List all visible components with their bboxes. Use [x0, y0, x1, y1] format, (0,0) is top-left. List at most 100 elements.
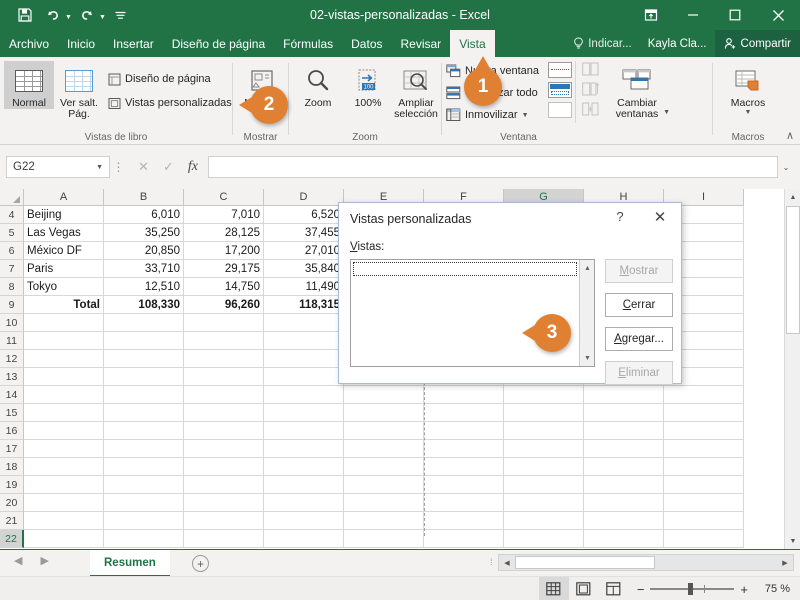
row-header-10[interactable]: 10 — [0, 314, 24, 332]
cell-C19[interactable] — [184, 476, 264, 494]
tell-me-box[interactable]: Indicar... — [565, 37, 639, 50]
cell-C12[interactable] — [184, 350, 264, 368]
tab-datos[interactable]: Datos — [342, 30, 391, 57]
row-header-17[interactable]: 17 — [0, 440, 24, 458]
switch-windows-button[interactable]: Cambiar ventanas ▼ — [606, 61, 670, 121]
cell-C15[interactable] — [184, 404, 264, 422]
minimize-button[interactable] — [672, 0, 714, 30]
cell-H22[interactable] — [584, 530, 664, 548]
vertical-scrollbar[interactable]: ▲ ▼ — [784, 189, 800, 549]
row-header-7[interactable]: 7 — [0, 260, 24, 278]
vertical-scroll-thumb[interactable] — [786, 206, 800, 334]
cell-A17[interactable] — [24, 440, 104, 458]
hide-window-button[interactable] — [548, 82, 572, 98]
zoom-out-button[interactable]: − — [637, 582, 645, 597]
cell-D4[interactable]: 6,520 — [264, 206, 344, 224]
cell-C7[interactable]: 29,175 — [184, 260, 264, 278]
cell-G17[interactable] — [504, 440, 584, 458]
cell-C20[interactable] — [184, 494, 264, 512]
zoom-100-button[interactable]: 100 100% — [343, 61, 393, 109]
cell-G18[interactable] — [504, 458, 584, 476]
cell-B10[interactable] — [104, 314, 184, 332]
row-header-20[interactable]: 20 — [0, 494, 24, 512]
row-header-8[interactable]: 8 — [0, 278, 24, 296]
select-all-corner[interactable] — [0, 189, 24, 206]
undo-icon[interactable] — [40, 3, 66, 27]
account-name[interactable]: Kayla Cla... — [640, 38, 715, 50]
zoom-in-button[interactable]: + — [740, 582, 748, 597]
cell-D19[interactable] — [264, 476, 344, 494]
cell-B19[interactable] — [104, 476, 184, 494]
cell-A9[interactable]: Total — [24, 296, 104, 314]
cell-A6[interactable]: México DF — [24, 242, 104, 260]
cell-C8[interactable]: 14,750 — [184, 278, 264, 296]
cell-E22[interactable] — [344, 530, 424, 548]
cell-I22[interactable] — [664, 530, 744, 548]
horizontal-scroll-thumb[interactable] — [515, 556, 655, 569]
macros-button[interactable]: Macros ▼ — [723, 61, 773, 117]
cell-F18[interactable] — [424, 458, 504, 476]
add-view-button[interactable]: Agregar... — [605, 327, 673, 351]
scroll-down-arrow[interactable]: ▼ — [785, 533, 800, 549]
cancel-icon[interactable]: ✕ — [138, 159, 149, 175]
cell-D15[interactable] — [264, 404, 344, 422]
cell-B4[interactable]: 6,010 — [104, 206, 184, 224]
cell-H20[interactable] — [584, 494, 664, 512]
switch-windows-dropdown-icon[interactable]: ▼ — [663, 109, 670, 117]
cell-C4[interactable]: 7,010 — [184, 206, 264, 224]
cell-B15[interactable] — [104, 404, 184, 422]
zoom-slider[interactable] — [650, 583, 735, 595]
cell-E16[interactable] — [344, 422, 424, 440]
normal-view-icon[interactable] — [538, 577, 569, 600]
cell-E19[interactable] — [344, 476, 424, 494]
formula-input[interactable] — [207, 156, 778, 178]
macros-dropdown-icon[interactable]: ▼ — [745, 109, 752, 117]
cell-D12[interactable] — [264, 350, 344, 368]
row-header-4[interactable]: 4 — [0, 206, 24, 224]
close-dialog-button[interactable]: Cerrar — [605, 293, 673, 317]
cell-E17[interactable] — [344, 440, 424, 458]
column-header-c[interactable]: C — [184, 189, 264, 206]
cell-A21[interactable] — [24, 512, 104, 530]
cell-E21[interactable] — [344, 512, 424, 530]
close-button[interactable] — [756, 0, 800, 30]
column-header-d[interactable]: D — [264, 189, 344, 206]
cell-I17[interactable] — [664, 440, 744, 458]
row-header-18[interactable]: 18 — [0, 458, 24, 476]
cell-C5[interactable]: 28,125 — [184, 224, 264, 242]
insert-function-icon[interactable]: fx — [188, 159, 198, 175]
sheet-next-arrow[interactable]: ▶ — [40, 554, 48, 567]
ribbon-display-options-icon[interactable] — [630, 0, 672, 30]
listbox-scroll-up-arrow[interactable]: ▲ — [580, 261, 595, 275]
zoom-percentage[interactable]: 75 % — [756, 583, 800, 595]
cell-C9[interactable]: 96,260 — [184, 296, 264, 314]
redo-dropdown-icon[interactable]: ▼ — [99, 14, 106, 21]
cell-B13[interactable] — [104, 368, 184, 386]
scroll-left-arrow[interactable]: ◀ — [499, 555, 515, 570]
cell-H14[interactable] — [584, 386, 664, 404]
cell-G22[interactable] — [504, 530, 584, 548]
cell-A13[interactable] — [24, 368, 104, 386]
cell-H18[interactable] — [584, 458, 664, 476]
row-header-15[interactable]: 15 — [0, 404, 24, 422]
page-break-view-icon[interactable] — [599, 577, 629, 600]
column-header-a[interactable]: A — [24, 189, 104, 206]
listbox-scrollbar[interactable]: ▲ ▼ — [579, 260, 594, 366]
undo-dropdown-icon[interactable]: ▼ — [65, 14, 72, 21]
customize-qat-icon[interactable] — [108, 3, 134, 27]
horizontal-scrollbar[interactable]: ◀ ▶ — [498, 554, 794, 571]
enter-icon[interactable]: ✓ — [163, 159, 174, 175]
cell-B16[interactable] — [104, 422, 184, 440]
save-icon[interactable] — [12, 3, 38, 27]
share-button[interactable]: Compartir — [714, 30, 800, 57]
cell-G15[interactable] — [504, 404, 584, 422]
cell-A14[interactable] — [24, 386, 104, 404]
cell-D17[interactable] — [264, 440, 344, 458]
cell-I15[interactable] — [664, 404, 744, 422]
zoom-slider-thumb[interactable] — [688, 583, 694, 595]
page-layout-button[interactable]: Diseño de página — [108, 69, 211, 89]
cell-H21[interactable] — [584, 512, 664, 530]
zoom-to-selection-button[interactable]: Ampliar selección — [389, 61, 443, 121]
cell-D6[interactable]: 27,010 — [264, 242, 344, 260]
cell-A12[interactable] — [24, 350, 104, 368]
